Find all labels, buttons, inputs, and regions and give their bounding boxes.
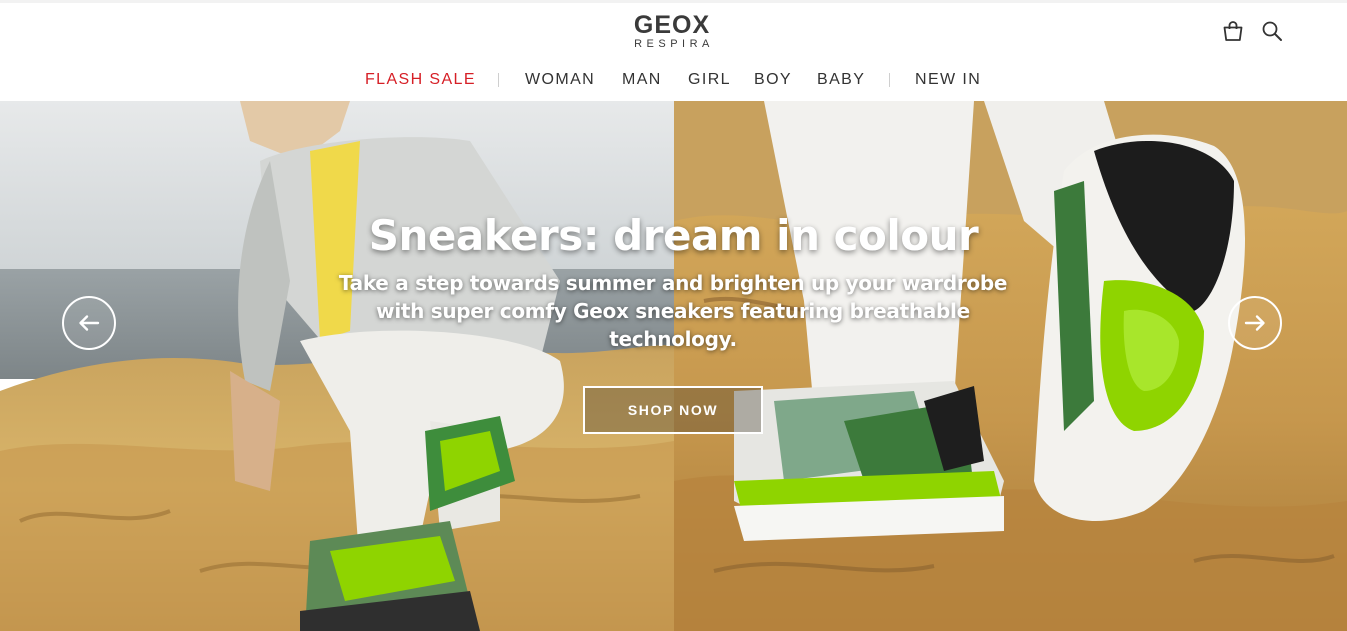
carousel-next-button[interactable] [1228, 296, 1282, 350]
arrow-right-icon [1244, 315, 1265, 331]
logo-tagline: RESPIRA [634, 38, 714, 50]
site-header: GEOX RESPIRA FLASH SALE WOMAN MAN GIRL B… [0, 3, 1347, 101]
cart-button[interactable] [1221, 19, 1245, 43]
arrow-left-icon [79, 315, 100, 331]
hero-description: Take a step towards summer and brighten … [338, 271, 1008, 351]
hero-photo-right [674, 101, 1347, 631]
hero-banner[interactable]: Sneakers: dream in colour Take a step to… [0, 101, 1347, 631]
hero-title: Sneakers: dream in colour [368, 211, 979, 260]
nav-item-man[interactable]: MAN [622, 69, 662, 91]
nav-item-baby[interactable]: BABY [817, 69, 865, 91]
logo-wordmark: GEOX [633, 11, 711, 39]
search-icon [1262, 21, 1282, 41]
geox-logo[interactable]: GEOX RESPIRA [610, 11, 734, 51]
nav-item-boy[interactable]: BOY [754, 69, 792, 91]
shopping-bag-icon [1223, 21, 1243, 41]
nav-item-woman[interactable]: WOMAN [525, 69, 595, 91]
nav-item-new-in[interactable]: NEW IN [915, 69, 981, 91]
nav-item-flash-sale[interactable]: FLASH SALE [365, 69, 476, 91]
carousel-prev-button[interactable] [62, 296, 116, 350]
nav-divider [498, 73, 499, 87]
search-button[interactable] [1260, 19, 1284, 43]
hero-image-left [0, 101, 674, 631]
nav-item-girl[interactable]: GIRL [688, 69, 731, 91]
main-nav: FLASH SALE WOMAN MAN GIRL BOY BABY NEW I… [0, 69, 1347, 91]
hero-image-right [674, 101, 1347, 631]
shop-now-button[interactable]: SHOP NOW [583, 386, 763, 434]
hero-photo-left [0, 101, 674, 631]
nav-divider [889, 73, 890, 87]
